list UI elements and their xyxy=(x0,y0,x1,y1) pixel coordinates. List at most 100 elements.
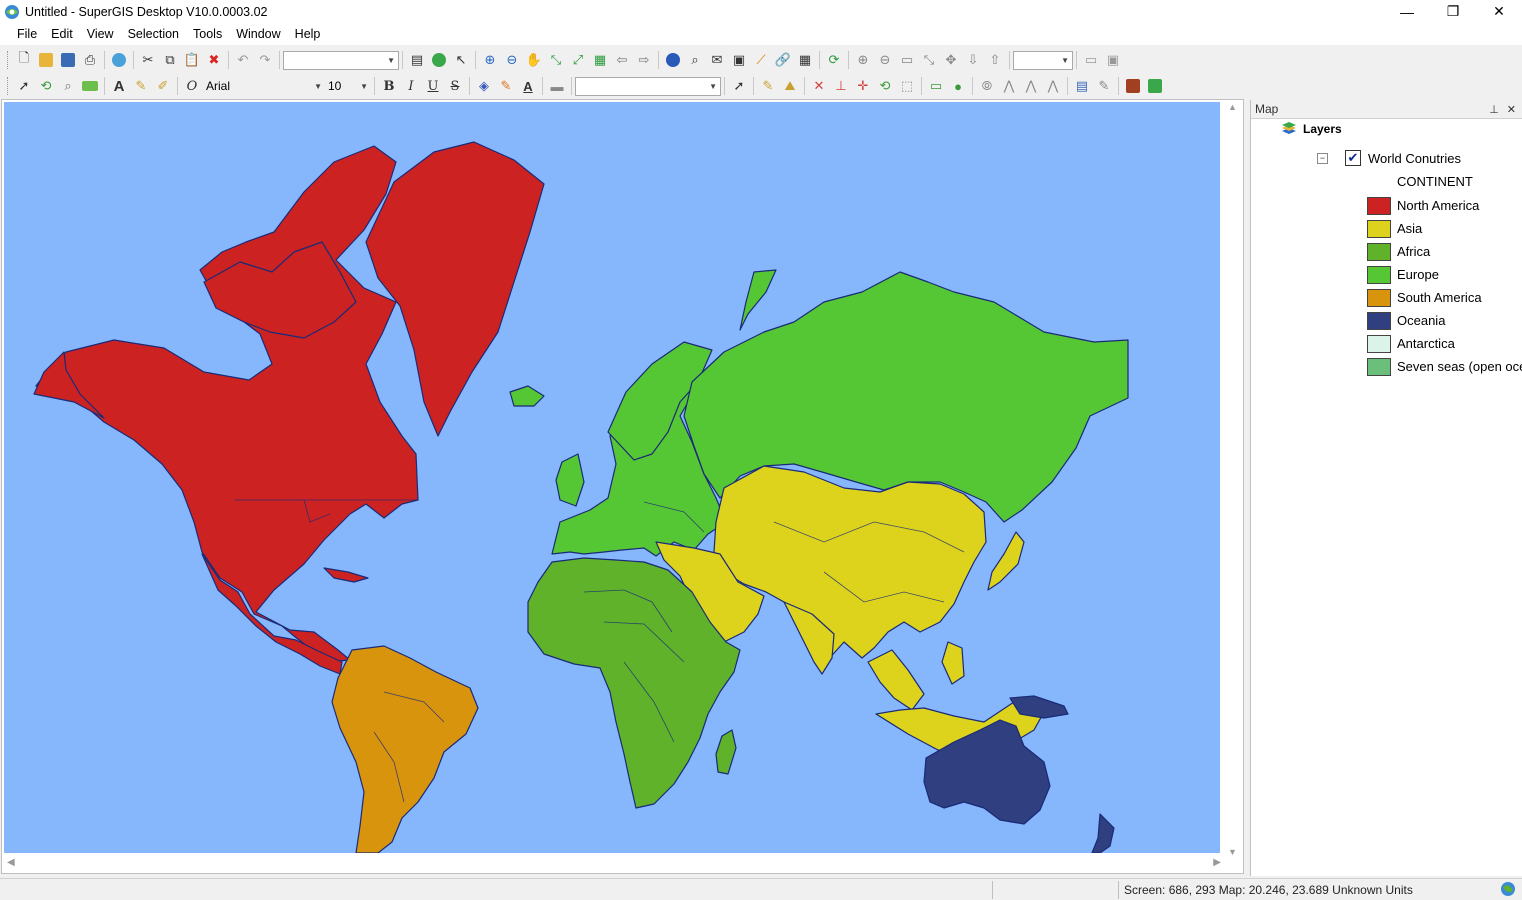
target-layer-combo[interactable]: ▼ xyxy=(575,76,721,96)
japan-shape[interactable] xyxy=(987,531,1025,591)
toolbox-icon[interactable] xyxy=(1122,75,1144,97)
attributes-icon[interactable]: ▤ xyxy=(1071,75,1093,97)
asia-continent[interactable] xyxy=(713,465,987,663)
new-document-icon[interactable]: 🗋 xyxy=(13,49,35,71)
legend-item[interactable]: Africa xyxy=(1367,240,1522,263)
move-icon[interactable]: ✛ xyxy=(852,75,874,97)
attribute-table-icon[interactable]: ▦ xyxy=(794,49,816,71)
refresh-icon[interactable]: ⟳ xyxy=(823,49,845,71)
font-size-combo[interactable]: 10 ▼ xyxy=(325,77,371,96)
layout-zoom-in-icon[interactable]: ⊕ xyxy=(852,49,874,71)
scale-combo[interactable]: ▼ xyxy=(283,50,399,70)
fixed-zoom-out-icon[interactable]: ⤢ xyxy=(567,49,589,71)
cuba-shape[interactable] xyxy=(323,567,369,583)
measure-icon[interactable]: ⟋ xyxy=(750,49,772,71)
label-icon[interactable]: ✐ xyxy=(152,75,174,97)
next-extent-icon[interactable]: ⇨ xyxy=(633,49,655,71)
data-view-icon[interactable]: ▣ xyxy=(1102,49,1124,71)
minimize-button[interactable]: — xyxy=(1384,0,1430,23)
find-icon[interactable]: ⌕ xyxy=(684,49,706,71)
text-tool-icon[interactable]: A xyxy=(108,75,130,97)
scroll-left-icon[interactable]: ◀ xyxy=(7,857,15,868)
identify-icon[interactable] xyxy=(662,49,684,71)
new-zealand-shape[interactable] xyxy=(1091,813,1115,853)
italic-button[interactable]: I xyxy=(400,75,422,97)
toolbar-grip[interactable] xyxy=(7,77,10,95)
restore-button[interactable]: ❐ xyxy=(1430,0,1476,23)
buffer-icon[interactable]: ⦾ xyxy=(976,75,998,97)
scale-feature-icon[interactable]: ⬚ xyxy=(896,75,918,97)
edit-text-icon[interactable]: ✎ xyxy=(130,75,152,97)
help-icon[interactable] xyxy=(428,49,450,71)
menu-edit[interactable]: Edit xyxy=(44,27,80,41)
open-folder-icon[interactable] xyxy=(35,49,57,71)
layers-root[interactable]: Layers xyxy=(1281,122,1342,136)
reshape-icon[interactable]: ⋀ xyxy=(1042,75,1064,97)
layout-fixed-zoom-icon[interactable]: ⤡ xyxy=(918,49,940,71)
map-tips-icon[interactable]: ▣ xyxy=(728,49,750,71)
split-icon[interactable]: ⊥ xyxy=(830,75,852,97)
toolbar-grip[interactable] xyxy=(7,51,10,69)
layout-zoom-out-icon[interactable]: ⊖ xyxy=(874,49,896,71)
script-icon[interactable] xyxy=(1144,75,1166,97)
legend-item[interactable]: Asia xyxy=(1367,217,1522,240)
map-horizontal-scrollbar[interactable]: ◀ ▶ xyxy=(4,854,1224,871)
font-name-combo[interactable]: Arial ▼ xyxy=(203,77,325,96)
rotate-feature-icon[interactable]: ⟲ xyxy=(874,75,896,97)
link-icon[interactable]: 🔗 xyxy=(772,49,794,71)
save-icon[interactable] xyxy=(57,49,79,71)
paste-icon[interactable]: 📋 xyxy=(181,49,203,71)
copy-icon[interactable]: ⧉ xyxy=(159,49,181,71)
menu-window[interactable]: Window xyxy=(229,27,287,41)
layout-pan-icon[interactable]: ✥ xyxy=(940,49,962,71)
legend-item[interactable]: North America xyxy=(1367,194,1522,217)
madagascar-shape[interactable] xyxy=(715,729,737,775)
edit-tool-icon[interactable]: ➚ xyxy=(728,75,750,97)
menu-tools[interactable]: Tools xyxy=(186,27,229,41)
legend-item[interactable]: Seven seas (open ocean) xyxy=(1367,355,1522,378)
underline-button[interactable]: U xyxy=(422,75,444,97)
pan-icon[interactable]: ✋ xyxy=(523,49,545,71)
edit-vertices-icon[interactable]: ⛰ xyxy=(779,75,801,97)
select-elements-icon[interactable]: ➚ xyxy=(13,75,35,97)
zoom-out-icon[interactable]: ⊖ xyxy=(501,49,523,71)
sketch-tool-icon[interactable]: ✎ xyxy=(757,75,779,97)
layout-next-icon[interactable]: ⇧ xyxy=(984,49,1006,71)
redo-icon[interactable]: ↷ xyxy=(254,49,276,71)
close-button[interactable]: ✕ xyxy=(1476,0,1522,23)
philippines-shape[interactable] xyxy=(941,641,965,685)
map-layout-icon[interactable]: ▤ xyxy=(406,49,428,71)
line-color-icon[interactable]: ✎ xyxy=(495,75,517,97)
iceland-shape[interactable] xyxy=(509,385,545,407)
menu-selection[interactable]: Selection xyxy=(121,27,186,41)
layout-zoom-combo[interactable]: ▼ xyxy=(1013,50,1073,70)
previous-extent-icon[interactable]: ⇦ xyxy=(611,49,633,71)
layout-page-icon[interactable]: ▭ xyxy=(896,49,918,71)
font-color-icon[interactable]: A xyxy=(517,75,539,97)
legend-item[interactable]: Europe xyxy=(1367,263,1522,286)
layout-view-icon[interactable]: ▭ xyxy=(1080,49,1102,71)
undo-icon[interactable]: ↶ xyxy=(232,49,254,71)
full-extent-icon[interactable]: ▦ xyxy=(589,49,611,71)
menu-help[interactable]: Help xyxy=(288,27,328,41)
collapse-icon[interactable]: − xyxy=(1317,152,1328,164)
british-isles-shape[interactable] xyxy=(555,453,585,507)
scroll-down-icon[interactable]: ▼ xyxy=(1228,847,1237,857)
pin-icon[interactable]: ⊥ xyxy=(1489,103,1499,116)
fill-color-icon[interactable]: ◈ xyxy=(473,75,495,97)
zoom-in-icon[interactable]: ⊕ xyxy=(479,49,501,71)
map-vertical-scrollbar[interactable]: ▲ ▼ xyxy=(1224,102,1241,857)
map-canvas[interactable] xyxy=(4,102,1220,853)
menu-file[interactable]: File xyxy=(10,27,44,41)
whats-this-icon[interactable]: ↖ xyxy=(450,49,472,71)
union-icon[interactable]: ▭ xyxy=(925,75,947,97)
cut-icon[interactable]: ✂ xyxy=(137,49,159,71)
rectangle-tool-icon[interactable] xyxy=(79,75,101,97)
layer-row-world-countries[interactable]: − ✔ World Conutries xyxy=(1317,150,1461,166)
delete-vertex-icon[interactable]: ✕ xyxy=(808,75,830,97)
layer-visibility-checkbox[interactable]: ✔ xyxy=(1345,150,1361,166)
novaya-zemlya-shape[interactable] xyxy=(739,269,777,331)
menu-view[interactable]: View xyxy=(80,27,121,41)
print-icon[interactable]: ⎙ xyxy=(79,49,101,71)
scroll-up-icon[interactable]: ▲ xyxy=(1228,102,1237,112)
